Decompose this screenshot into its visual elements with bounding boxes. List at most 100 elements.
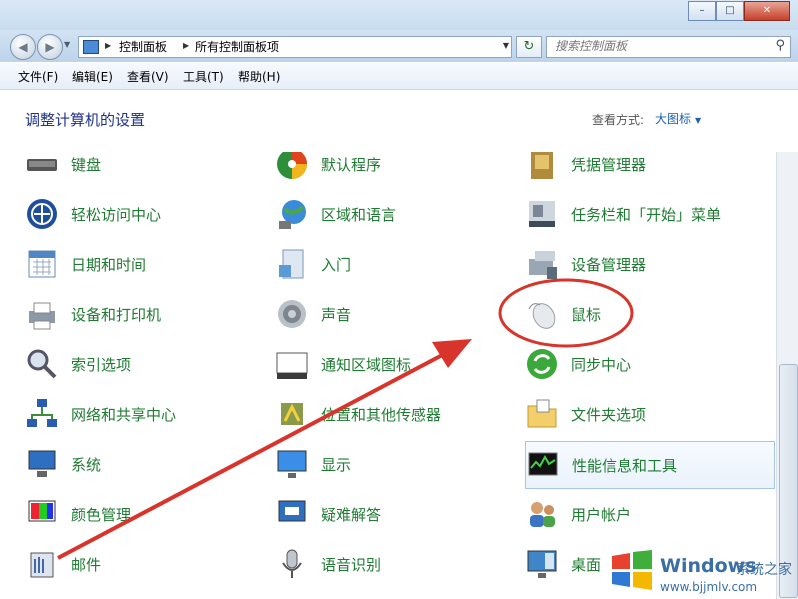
control-panel-item[interactable]: 用户帐户	[525, 491, 773, 537]
control-panel-item[interactable]: 显示	[275, 441, 523, 487]
control-panel-item[interactable]: 日期和时间	[25, 241, 273, 287]
item-label[interactable]: 文件夹选项	[571, 404, 646, 425]
item-label[interactable]: 位置和其他传感器	[321, 404, 441, 425]
back-button[interactable]: ◀	[10, 34, 36, 60]
menu-edit[interactable]: 编辑(E)	[72, 68, 113, 85]
view-by-label: 查看方式:	[592, 113, 645, 127]
breadcrumb-all-items[interactable]: 所有控制面板项	[195, 39, 279, 55]
control-panel-item[interactable]: 默认程序	[275, 152, 523, 187]
item-label[interactable]: 默认程序	[321, 154, 381, 175]
minimize-button[interactable]: –	[688, 1, 716, 21]
search-box[interactable]: ⚲	[546, 36, 791, 58]
performance-icon	[526, 448, 560, 482]
breadcrumb-control-panel[interactable]: 控制面板	[119, 39, 167, 55]
item-label[interactable]: 轻松访问中心	[71, 204, 161, 225]
control-panel-item[interactable]: 系统	[25, 441, 273, 487]
item-label[interactable]: 用户帐户	[571, 504, 631, 525]
item-label[interactable]: 颜色管理	[71, 504, 131, 525]
desktop-gadgets-icon	[525, 547, 559, 581]
control-panel-item[interactable]: 网络和共享中心	[25, 391, 273, 437]
control-panel-item[interactable]: 轻松访问中心	[25, 191, 273, 237]
forward-button[interactable]: ▶	[37, 34, 63, 60]
date-time-icon	[25, 247, 59, 281]
search-input[interactable]	[555, 39, 755, 53]
breadcrumb-separator-icon[interactable]: ▶	[105, 41, 111, 50]
item-label[interactable]: 同步中心	[571, 354, 631, 375]
item-label[interactable]: 通知区域图标	[321, 354, 411, 375]
menu-view[interactable]: 查看(V)	[127, 68, 169, 85]
address-bar[interactable]: ▶ 控制面板 ▶ 所有控制面板项 ▼	[78, 36, 512, 58]
item-label[interactable]: 鼠标	[571, 304, 601, 325]
user-accounts-icon	[525, 497, 559, 531]
watermark-url: www.bjjmlv.com	[660, 580, 758, 594]
troubleshooting-icon	[275, 497, 309, 531]
view-by-dropdown[interactable]: 大图标 ▼	[655, 110, 701, 127]
getting-started-icon	[275, 247, 309, 281]
region-language-icon	[275, 197, 309, 231]
item-label[interactable]: 显示	[321, 454, 351, 475]
item-label[interactable]: 设备管理器	[571, 254, 646, 275]
maximize-button[interactable]: □	[716, 1, 744, 21]
address-dropdown-icon[interactable]: ▼	[503, 41, 509, 50]
recent-pages-dropdown[interactable]: ▼	[64, 40, 70, 49]
control-panel-item[interactable]: 性能信息和工具	[525, 441, 775, 489]
item-label[interactable]: 凭据管理器	[571, 154, 646, 175]
item-label[interactable]: 入门	[321, 254, 351, 275]
item-label[interactable]: 任务栏和「开始」菜单	[571, 204, 721, 225]
default-programs-icon	[275, 152, 309, 181]
color-management-icon	[25, 497, 59, 531]
control-panel-item[interactable]: 声音	[275, 291, 523, 337]
item-label[interactable]: 网络和共享中心	[71, 404, 176, 425]
item-label[interactable]: 日期和时间	[71, 254, 146, 275]
control-panel-item[interactable]: 通知区域图标	[275, 341, 523, 387]
item-label[interactable]: 区域和语言	[321, 204, 396, 225]
mouse-icon	[525, 297, 559, 331]
item-label[interactable]: 声音	[321, 304, 351, 325]
breadcrumb-separator-icon[interactable]: ▶	[183, 41, 189, 50]
item-label[interactable]: 索引选项	[71, 354, 131, 375]
control-panel-item[interactable]: 鼠标	[525, 291, 773, 337]
control-panel-item[interactable]: 任务栏和「开始」菜单	[525, 191, 773, 237]
item-label[interactable]: 系统	[71, 454, 101, 475]
control-panel-item[interactable]: 同步中心	[525, 341, 773, 387]
item-label[interactable]: 桌面	[571, 554, 601, 575]
keyboard-icon	[25, 152, 59, 181]
chevron-down-icon[interactable]: ▼	[695, 116, 701, 125]
control-panel-item[interactable]: 区域和语言	[275, 191, 523, 237]
ease-of-access-icon	[25, 197, 59, 231]
item-label[interactable]: 设备和打印机	[71, 304, 161, 325]
search-icon[interactable]: ⚲	[775, 38, 785, 53]
menu-tools[interactable]: 工具(T)	[183, 68, 224, 85]
mail-icon	[25, 547, 59, 581]
folder-options-icon	[525, 397, 559, 431]
sound-icon	[275, 297, 309, 331]
control-panel-item[interactable]: 文件夹选项	[525, 391, 773, 437]
item-label[interactable]: 性能信息和工具	[572, 455, 677, 476]
close-button[interactable]: ✕	[744, 1, 790, 21]
control-panel-item[interactable]: 设备和打印机	[25, 291, 273, 337]
item-label[interactable]: 语音识别	[321, 554, 381, 575]
control-panel-item[interactable]: 位置和其他传感器	[275, 391, 523, 437]
devices-printers-icon	[25, 297, 59, 331]
control-panel-item[interactable]: 疑难解答	[275, 491, 523, 537]
watermark: Windows 系统之家 www.bjjmlv.com	[608, 548, 798, 599]
control-panel-item[interactable]: 设备管理器	[525, 241, 773, 287]
menu-file[interactable]: 文件(F)	[18, 68, 58, 85]
control-panel-item[interactable]: 邮件	[25, 541, 273, 587]
refresh-button[interactable]: ↻	[516, 36, 542, 58]
control-panel-item[interactable]: 索引选项	[25, 341, 273, 387]
menu-help[interactable]: 帮助(H)	[238, 68, 280, 85]
item-label[interactable]: 疑难解答	[321, 504, 381, 525]
control-panel-item[interactable]: 键盘	[25, 152, 273, 187]
control-panel-item[interactable]: 入门	[275, 241, 523, 287]
control-panel-item[interactable]: 颜色管理	[25, 491, 273, 537]
indexing-options-icon	[25, 347, 59, 381]
page-header: 调整计算机的设置 查看方式: 大图标 ▼	[0, 90, 798, 152]
control-panel-item[interactable]: 凭据管理器	[525, 152, 773, 187]
control-panel-item[interactable]: 语音识别	[275, 541, 523, 587]
view-by-value[interactable]: 大图标	[655, 112, 691, 126]
speech-recognition-icon	[275, 547, 309, 581]
item-label[interactable]: 邮件	[71, 554, 101, 575]
vertical-scrollbar[interactable]	[776, 152, 798, 599]
item-label[interactable]: 键盘	[71, 154, 101, 175]
